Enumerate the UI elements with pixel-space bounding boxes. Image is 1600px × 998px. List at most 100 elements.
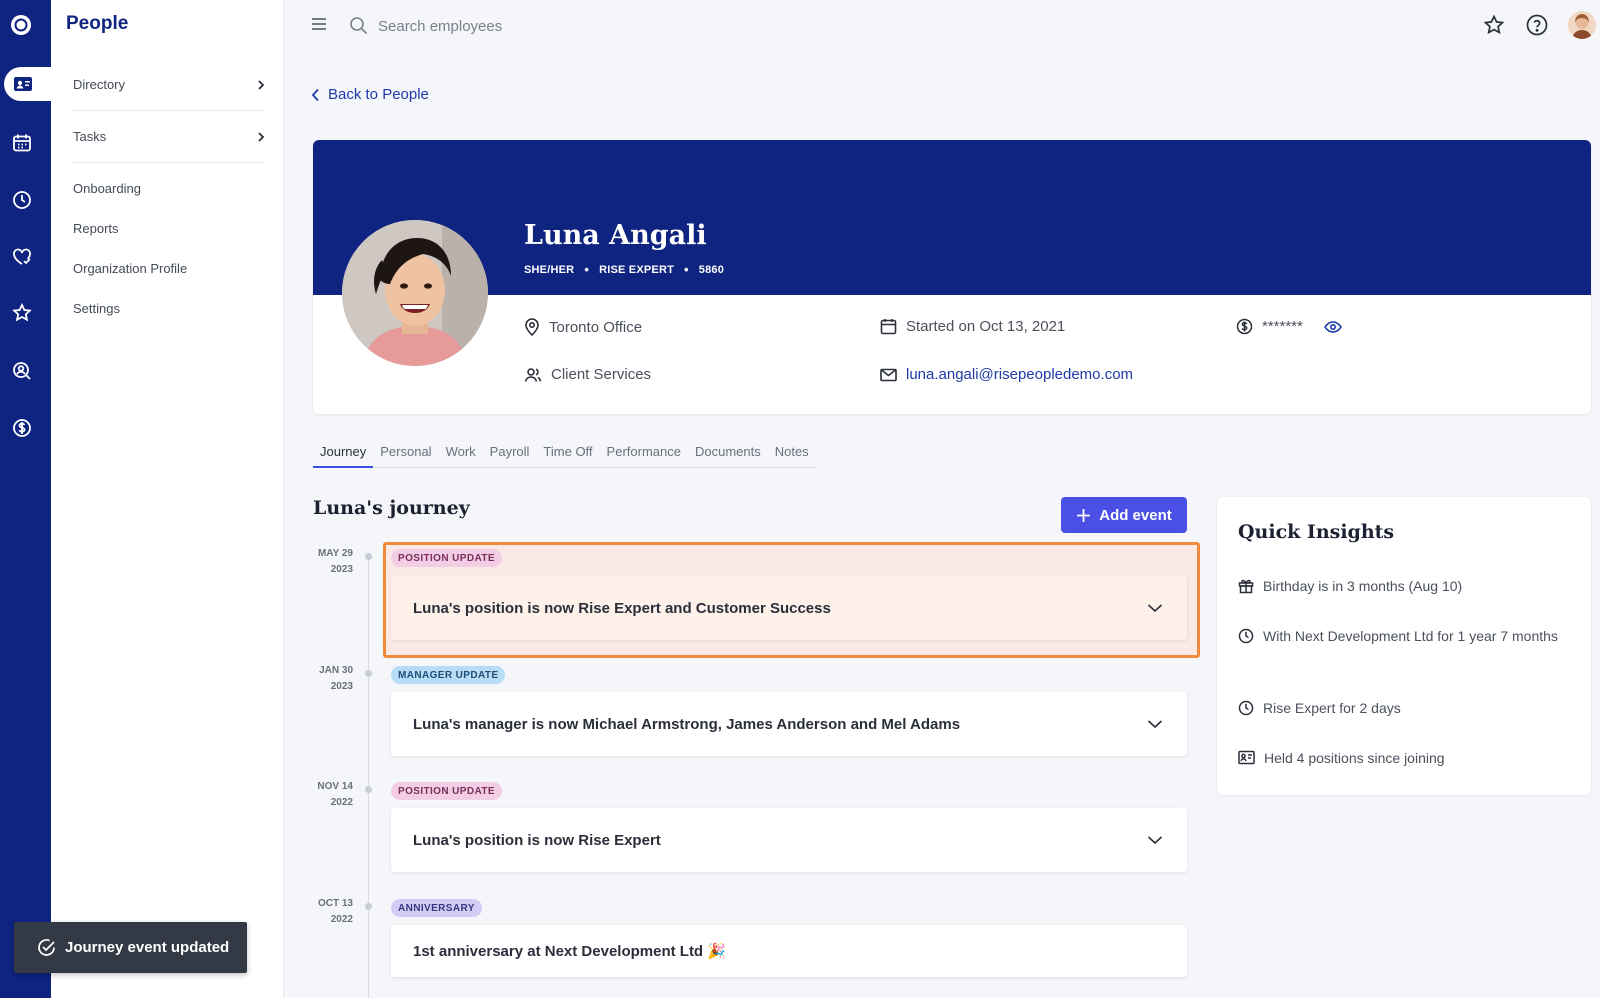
sidebar-item-onboarding[interactable]: Onboarding	[73, 181, 141, 196]
quick-insights-card: Quick Insights Birthday is in 3 months (…	[1217, 497, 1591, 795]
insights-title: Quick Insights	[1238, 521, 1395, 543]
hamburger-menu-icon[interactable]	[311, 17, 327, 31]
event-card[interactable]: Luna's manager is now Michael Armstrong,…	[391, 692, 1187, 756]
search-icon	[349, 16, 368, 35]
chevron-down-icon[interactable]	[1147, 835, 1163, 845]
dollar-circle-icon	[1236, 318, 1253, 335]
event-tag: POSITION UPDATE	[391, 549, 502, 567]
meta-separator: •	[684, 262, 689, 277]
event-date: OCT 13 2022	[313, 896, 353, 928]
meta-separator: •	[584, 262, 590, 277]
event-card[interactable]: Luna's position is now Rise Expert and C…	[391, 576, 1187, 640]
timeline-line	[368, 558, 369, 998]
department-text: Client Services	[551, 366, 652, 383]
event-date: JAN 30 2023	[313, 663, 353, 695]
event-date: NOV 14 2022	[313, 779, 353, 811]
people-icon	[524, 367, 542, 383]
check-circle-icon	[37, 938, 56, 957]
sidebar-item-settings[interactable]: Settings	[73, 301, 120, 316]
calendar-icon	[880, 318, 897, 335]
insight-positions: Held 4 positions since joining	[1238, 747, 1558, 769]
sidebar-item-reports[interactable]: Reports	[73, 221, 119, 236]
event-text: Luna's manager is now Michael Armstrong,…	[413, 715, 961, 733]
timeline-dot	[365, 670, 372, 677]
toast-message: Journey event updated	[65, 939, 230, 956]
star-icon[interactable]	[10, 301, 34, 325]
back-link-label: Back to People	[328, 86, 429, 103]
timeline-dot	[365, 903, 372, 910]
event-year: 2023	[330, 564, 353, 575]
clock-icon	[1238, 628, 1254, 644]
mail-icon	[880, 368, 897, 382]
tab-work[interactable]: Work	[439, 440, 483, 468]
employee-meta: SHE/HER • RISE EXPERT • 5860	[524, 262, 724, 277]
gift-icon	[1238, 578, 1254, 594]
tab-documents[interactable]: Documents	[688, 440, 768, 468]
chevron-down-icon[interactable]	[1147, 719, 1163, 729]
plus-icon	[1076, 508, 1091, 523]
event-card[interactable]: Luna's position is now Rise Expert	[391, 808, 1187, 872]
event-month-day: MAY 29	[317, 548, 353, 559]
event-text: 1st anniversary at Next Development Ltd …	[413, 943, 726, 960]
pronouns: SHE/HER	[524, 263, 575, 276]
sidebar-item-tasks[interactable]: Tasks	[73, 111, 265, 163]
sidebar-title: People	[66, 13, 129, 34]
event-month-day: JAN 30	[319, 665, 353, 676]
icon-rail	[0, 0, 51, 998]
eye-icon[interactable]	[1323, 320, 1342, 333]
clock-icon[interactable]	[10, 188, 34, 212]
add-event-label: Add event	[1099, 506, 1172, 524]
people-sidebar: People Directory Tasks Onboarding Report…	[51, 0, 284, 998]
event-text: Luna's position is now Rise Expert	[413, 831, 661, 849]
tab-personal[interactable]: Personal	[373, 440, 438, 468]
event-date: MAY 29 2023	[313, 546, 353, 578]
favorites-star-icon[interactable]	[1483, 14, 1505, 36]
logo-icon[interactable]	[10, 14, 32, 36]
timeline-dot	[365, 553, 372, 560]
salary-masked: *******	[1262, 318, 1303, 335]
insight-text: With Next Development Ltd for 1 year 7 m…	[1263, 628, 1558, 644]
heart-hands-icon[interactable]	[10, 245, 34, 269]
help-icon[interactable]	[1526, 14, 1548, 36]
dollar-icon[interactable]	[10, 416, 34, 440]
tab-notes[interactable]: Notes	[768, 440, 816, 468]
email-info[interactable]: luna.angali@risepeopledemo.com	[880, 366, 1133, 383]
tab-performance[interactable]: Performance	[600, 440, 688, 468]
id-card-icon	[1238, 750, 1255, 765]
user-avatar[interactable]	[1568, 11, 1596, 39]
directory-card-icon[interactable]	[4, 67, 51, 101]
insight-text: Birthday is in 3 months (Aug 10)	[1263, 578, 1463, 594]
insight-text: Held 4 positions since joining	[1264, 750, 1445, 766]
sidebar-item-label: Tasks	[73, 129, 107, 144]
tab-journey[interactable]: Journey	[313, 440, 374, 468]
search-input[interactable]	[378, 14, 678, 38]
event-year: 2022	[330, 797, 353, 808]
start-date-text: Started on Oct 13, 2021	[906, 318, 1066, 335]
person-search-icon[interactable]	[10, 359, 34, 383]
chevron-down-icon[interactable]	[1147, 603, 1163, 613]
sidebar-item-label: Directory	[73, 77, 126, 92]
back-to-people-link[interactable]: Back to People	[311, 86, 429, 103]
sidebar-item-organization-profile[interactable]: Organization Profile	[73, 261, 187, 276]
insight-birthday: Birthday is in 3 months (Aug 10)	[1238, 575, 1558, 597]
sidebar-item-directory[interactable]: Directory	[73, 59, 265, 111]
email-link[interactable]: luna.angali@risepeopledemo.com	[906, 366, 1133, 383]
event-tag: ANNIVERSARY	[391, 899, 482, 917]
location-pin-icon	[524, 318, 540, 336]
calendar-icon[interactable]	[10, 131, 34, 155]
location-info: Toronto Office	[524, 318, 642, 336]
profile-banner	[313, 140, 1591, 295]
add-event-button[interactable]: Add event	[1061, 497, 1187, 533]
employee-id: 5860	[698, 263, 725, 276]
profile-card: Luna Angali SHE/HER • RISE EXPERT • 5860…	[313, 140, 1591, 414]
journey-title: Luna's journey	[313, 497, 470, 519]
chevron-right-icon	[257, 79, 265, 91]
employee-name: Luna Angali	[524, 220, 707, 251]
event-year: 2022	[330, 914, 353, 925]
salary-info: *******	[1236, 318, 1342, 335]
tab-time-off[interactable]: Time Off	[536, 440, 599, 468]
department-info: Client Services	[524, 366, 651, 383]
location-text: Toronto Office	[549, 318, 643, 336]
event-card[interactable]: 1st anniversary at Next Development Ltd …	[391, 925, 1187, 977]
tab-payroll[interactable]: Payroll	[483, 440, 537, 468]
